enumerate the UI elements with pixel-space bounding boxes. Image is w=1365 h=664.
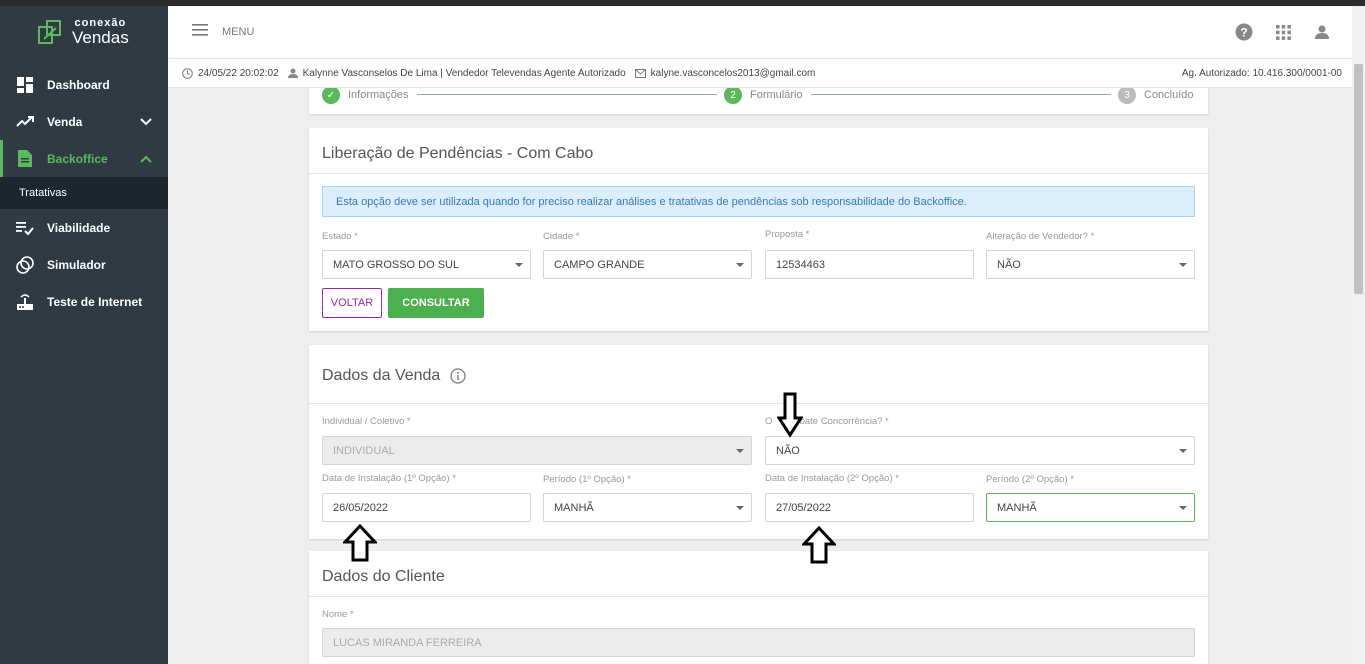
sidebar-item-viabilidade[interactable]: Viabilidade xyxy=(0,209,168,246)
divider xyxy=(309,596,1208,597)
liberacao-card: Liberação de Pendências - Com Cabo Esta … xyxy=(309,128,1208,331)
user-info-bar: 24/05/22 20:02:02 Kalynne Vasconselos De… xyxy=(168,58,1352,88)
step-informacoes: ✓ Informações xyxy=(322,88,409,104)
step-label: Informações xyxy=(348,89,409,101)
combate-select[interactable]: NÃO xyxy=(765,436,1195,465)
info-alert: Esta opção deve ser utilizada quando for… xyxy=(322,186,1195,217)
card-title: Dados do Cliente xyxy=(322,568,445,585)
router-icon xyxy=(16,293,34,311)
nome-label: Nome * xyxy=(322,609,354,620)
card-title: Dados da Venda xyxy=(322,367,441,384)
dashboard-icon xyxy=(16,76,34,94)
estado-label: Estado * xyxy=(322,231,358,242)
email-icon xyxy=(634,68,646,78)
sidebar-item-label: Teste de Internet xyxy=(47,294,143,309)
clock-icon xyxy=(182,67,193,79)
periodo1-label: Período (1º Opção) * xyxy=(543,474,631,485)
person-icon xyxy=(287,68,298,78)
card-title: Liberação de Pendências - Com Cabo xyxy=(322,145,594,162)
info-icon[interactable] xyxy=(450,368,466,384)
step-number: 2 xyxy=(724,88,742,104)
voltar-button[interactable]: VOLTAR xyxy=(322,288,382,318)
step-number: 3 xyxy=(1118,88,1136,104)
vertical-scrollbar[interactable] xyxy=(1352,6,1365,664)
step-concluido: 3 Concluído xyxy=(1118,88,1194,104)
sidebar-subitem-tratativas[interactable]: Tratativas xyxy=(0,177,168,209)
dados-cliente-card: Dados do Cliente Nome * LUCAS MIRANDA FE… xyxy=(309,551,1208,664)
top-header: MENU ? xyxy=(168,6,1352,58)
sidebar-item-label: Venda xyxy=(47,114,83,129)
nome-input[interactable]: LUCAS MIRANDA FERREIRA xyxy=(322,628,1195,657)
alteracao-select[interactable]: NÃO xyxy=(986,250,1195,279)
sidebar-item-backoffice[interactable]: Backoffice xyxy=(0,140,168,177)
logo-icon xyxy=(38,19,66,45)
trending-up-icon xyxy=(16,113,34,131)
hamburger-icon xyxy=(192,23,208,41)
arrow-down-icon xyxy=(776,392,804,443)
apps-grid-icon[interactable] xyxy=(1273,22,1293,42)
proposta-label: Proposta * xyxy=(765,229,810,240)
data2-label: Data de Instalação (2º Opção) * xyxy=(765,473,899,484)
user-account-icon[interactable] xyxy=(1312,22,1332,42)
svg-text:?: ? xyxy=(1240,26,1247,40)
step-label: Concluído xyxy=(1144,89,1194,101)
cidade-label: Cidade * xyxy=(543,231,580,242)
simulator-icon xyxy=(16,255,34,274)
cidade-select[interactable]: CAMPO GRANDE xyxy=(543,250,752,279)
scrollbar-thumb[interactable] xyxy=(1354,64,1363,294)
document-icon xyxy=(16,150,34,168)
data1-label: Data de Instalação (1º Opção) * xyxy=(322,473,456,484)
dados-venda-card: Dados da Venda Individual / Coletivo * I… xyxy=(309,345,1208,539)
arrow-up-icon xyxy=(800,525,838,569)
periodo1-select[interactable]: MANHÃ xyxy=(543,493,752,522)
divider xyxy=(309,403,1208,404)
consultar-button[interactable]: CONSULTAR xyxy=(388,288,484,318)
menu-button[interactable]: MENU xyxy=(192,23,254,41)
individual-select[interactable]: INDIVIDUAL xyxy=(322,436,752,465)
check-icon: ✓ xyxy=(322,88,340,104)
sidebar-item-dashboard[interactable]: Dashboard xyxy=(0,66,168,103)
periodo2-label: Período (2º Opção) * xyxy=(986,474,1074,485)
sidebar: conexão Vendas Dashboard Venda Backoffic… xyxy=(0,6,168,664)
logo[interactable]: conexão Vendas xyxy=(0,6,168,58)
checklist-icon xyxy=(16,219,34,237)
data1-input[interactable]: 26/05/2022 xyxy=(322,493,531,522)
help-icon[interactable]: ? xyxy=(1234,22,1254,42)
user-text: Kalynne Vasconselos De Lima | Vendedor T… xyxy=(302,67,626,79)
proposta-input[interactable]: 12534463 xyxy=(765,250,974,279)
sidebar-item-simulador[interactable]: Simulador xyxy=(0,246,168,283)
sidebar-subitem-label: Tratativas xyxy=(19,187,67,199)
sidebar-item-venda[interactable]: Venda xyxy=(0,103,168,140)
email-text: kalyne.vasconcelos2013@gmail.com xyxy=(650,67,816,79)
chevron-up-icon xyxy=(140,152,152,166)
logo-big-text: Vendas xyxy=(72,28,129,47)
datetime-text: 24/05/22 20:02:02 xyxy=(198,67,279,79)
step-label: Formulário xyxy=(750,89,803,101)
main-content: ✓ Informações 2 Formulário 3 Concluído L… xyxy=(168,88,1352,664)
sidebar-item-label: Dashboard xyxy=(47,77,110,92)
periodo2-select[interactable]: MANHÃ xyxy=(986,493,1195,522)
step-formulario: 2 Formulário xyxy=(724,88,803,104)
estado-select[interactable]: MATO GROSSO DO SUL xyxy=(322,250,531,279)
agent-text: Ag. Autorizado: 10.416.300/0001-00 xyxy=(1181,67,1342,79)
sidebar-item-teste-internet[interactable]: Teste de Internet xyxy=(0,283,168,320)
divider xyxy=(309,173,1208,174)
progress-stepper: ✓ Informações 2 Formulário 3 Concluído xyxy=(309,88,1208,114)
chevron-down-icon xyxy=(140,115,152,129)
data2-input[interactable]: 27/05/2022 xyxy=(765,493,974,522)
individual-label: Individual / Coletivo * xyxy=(322,416,411,427)
sidebar-item-label: Viabilidade xyxy=(47,220,111,235)
step-connector xyxy=(417,94,717,95)
sidebar-item-label: Backoffice xyxy=(47,151,108,166)
sidebar-item-label: Simulador xyxy=(47,257,106,272)
step-connector xyxy=(811,94,1111,95)
alteracao-label: Alteração de Vendedor? * xyxy=(986,231,1095,242)
arrow-up-icon xyxy=(341,523,379,567)
menu-label: MENU xyxy=(222,26,255,38)
